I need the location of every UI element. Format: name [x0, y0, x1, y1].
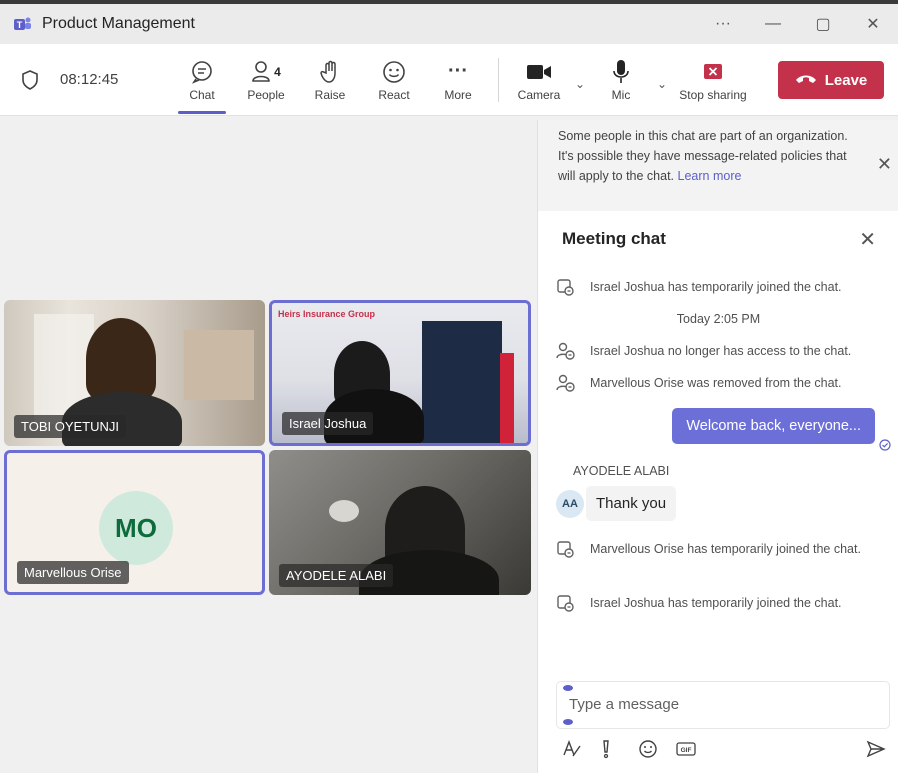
mic-options-chevron-icon[interactable]: ⌄ [653, 50, 671, 110]
participant-name-label: Marvellous Orise [17, 561, 129, 584]
microphone-icon [611, 58, 631, 86]
people-button[interactable]: 4 People [234, 50, 298, 110]
people-label: People [247, 87, 285, 102]
message-sent-check-icon [879, 438, 891, 456]
close-chat-icon[interactable]: ✕ [859, 227, 876, 252]
participant-name-label: TOBI OYETUNJI [14, 415, 126, 438]
incoming-message-bubble[interactable]: Thank you [586, 486, 677, 521]
person-removed-icon [556, 372, 580, 394]
system-message-text: Marvellous Orise has temporarily joined … [590, 542, 861, 556]
more-dots-icon: ··· [448, 60, 468, 82]
react-button[interactable]: React [362, 50, 426, 110]
svg-text:T: T [17, 20, 23, 30]
toolbar-divider [498, 57, 499, 102]
stop-sharing-button[interactable]: Stop sharing [671, 50, 755, 110]
message-sender-name: AYODELE ALABI [573, 464, 670, 478]
stop-sharing-label: Stop sharing [679, 87, 747, 102]
stop-sharing-icon [702, 58, 724, 86]
guest-joined-icon [556, 276, 580, 298]
more-label: More [444, 87, 472, 102]
people-count: 4 [274, 64, 281, 79]
participant-name-label: Israel Joshua [282, 412, 374, 435]
participant-name-label: AYODELE ALABI [279, 564, 394, 587]
hang-up-icon [795, 72, 817, 89]
camera-button[interactable]: Camera [507, 50, 571, 110]
meeting-chat-title: Meeting chat [562, 229, 666, 248]
priority-icon[interactable] [600, 738, 638, 760]
chat-button[interactable]: Chat [170, 50, 234, 114]
leave-label: Leave [824, 71, 868, 89]
system-message-text: Israel Joshua has temporarily joined the… [590, 280, 842, 294]
text-cursor-handle-top[interactable] [563, 685, 573, 691]
video-tile-ayodele-alabi[interactable]: AYODELE ALABI [269, 450, 531, 595]
video-tile-marvellous-orise[interactable]: MO Marvellous Orise [4, 450, 265, 595]
maximize-button[interactable]: ▢ [798, 4, 848, 44]
more-actions-button[interactable]: ··· More [426, 50, 490, 110]
background-logo: Heirs Insurance Group [278, 309, 376, 319]
title-bar: T Product Management ··· — ▢ ✕ [0, 4, 898, 44]
teams-meeting-window: T Product Management ··· — ▢ ✕ 08:12:45 … [0, 0, 898, 773]
learn-more-link[interactable]: Learn more [678, 169, 742, 183]
guest-joined-icon [556, 592, 580, 614]
shield-icon[interactable] [0, 69, 60, 90]
chat-message-list[interactable]: Israel Joshua has temporarily joined the… [538, 270, 898, 670]
video-tile-israel-joshua[interactable]: Heirs Insurance Group Israel Joshua [269, 300, 531, 446]
minimize-button[interactable]: — [748, 4, 798, 44]
leave-button[interactable]: Leave [778, 61, 884, 99]
sender-avatar[interactable]: AA [556, 490, 584, 518]
raise-hand-button[interactable]: Raise [298, 50, 362, 110]
chat-label: Chat [189, 87, 215, 102]
message-compose-box[interactable]: Type a message [556, 681, 890, 729]
camera-options-chevron-icon[interactable]: ⌄ [571, 50, 589, 110]
format-icon[interactable] [562, 738, 600, 760]
meeting-timer: 08:12:45 [60, 71, 119, 88]
meeting-toolbar: 08:12:45 Chat 4 People Raise React ··· M… [0, 44, 898, 116]
meeting-chat-header: Meeting chat ✕ [538, 211, 898, 267]
system-message: Marvellous Orise has temporarily joined … [538, 538, 898, 560]
system-message: Marvellous Orise was removed from the ch… [538, 372, 898, 394]
meeting-chat-panel: Some people in this chat are part of an … [537, 120, 898, 773]
system-message-text: Israel Joshua no longer has access to th… [590, 344, 852, 358]
system-message: Israel Joshua has temporarily joined the… [538, 592, 898, 614]
policy-notice-banner: Some people in this chat are part of an … [538, 120, 898, 211]
mic-label: Mic [611, 87, 631, 102]
video-stage: TOBI OYETUNJI Heirs Insurance Group Isra… [0, 120, 537, 773]
compose-toolbar: GIF [562, 738, 886, 760]
system-message: Israel Joshua has temporarily joined the… [538, 276, 898, 298]
video-tile-tobi-oyetunji[interactable]: TOBI OYETUNJI [4, 300, 265, 446]
my-message-bubble[interactable]: Welcome back, everyone... [672, 408, 875, 444]
camera-icon [526, 58, 552, 86]
person-removed-icon [556, 340, 580, 362]
camera-label: Camera [517, 87, 561, 102]
emoji-icon[interactable] [638, 738, 676, 760]
more-options-button[interactable]: ··· [698, 4, 748, 44]
raise-label: Raise [314, 87, 346, 102]
smiley-icon [382, 58, 406, 86]
text-cursor-handle-bottom[interactable] [563, 719, 573, 725]
window-title: Product Management [42, 15, 195, 32]
participant-avatar: MO [99, 491, 173, 565]
people-icon: 4 [251, 58, 281, 86]
close-window-button[interactable]: ✕ [848, 4, 898, 44]
send-icon[interactable] [848, 738, 886, 760]
mic-button[interactable]: Mic [589, 50, 653, 110]
gif-icon[interactable]: GIF [676, 738, 714, 760]
chat-icon [190, 58, 214, 86]
react-label: React [378, 87, 410, 102]
raise-hand-icon [319, 58, 341, 86]
system-message-text: Israel Joshua has temporarily joined the… [590, 596, 842, 610]
svg-text:GIF: GIF [681, 747, 692, 754]
chat-timestamp: Today 2:05 PM [676, 312, 761, 326]
system-message-text: Marvellous Orise was removed from the ch… [590, 376, 842, 390]
guest-joined-icon [556, 538, 580, 560]
compose-placeholder: Type a message [569, 696, 680, 713]
participant-video [86, 318, 156, 400]
dismiss-notice-close-icon[interactable]: ✕ [877, 154, 892, 174]
teams-logo-icon: T [12, 15, 32, 33]
system-message: Israel Joshua no longer has access to th… [538, 340, 898, 362]
